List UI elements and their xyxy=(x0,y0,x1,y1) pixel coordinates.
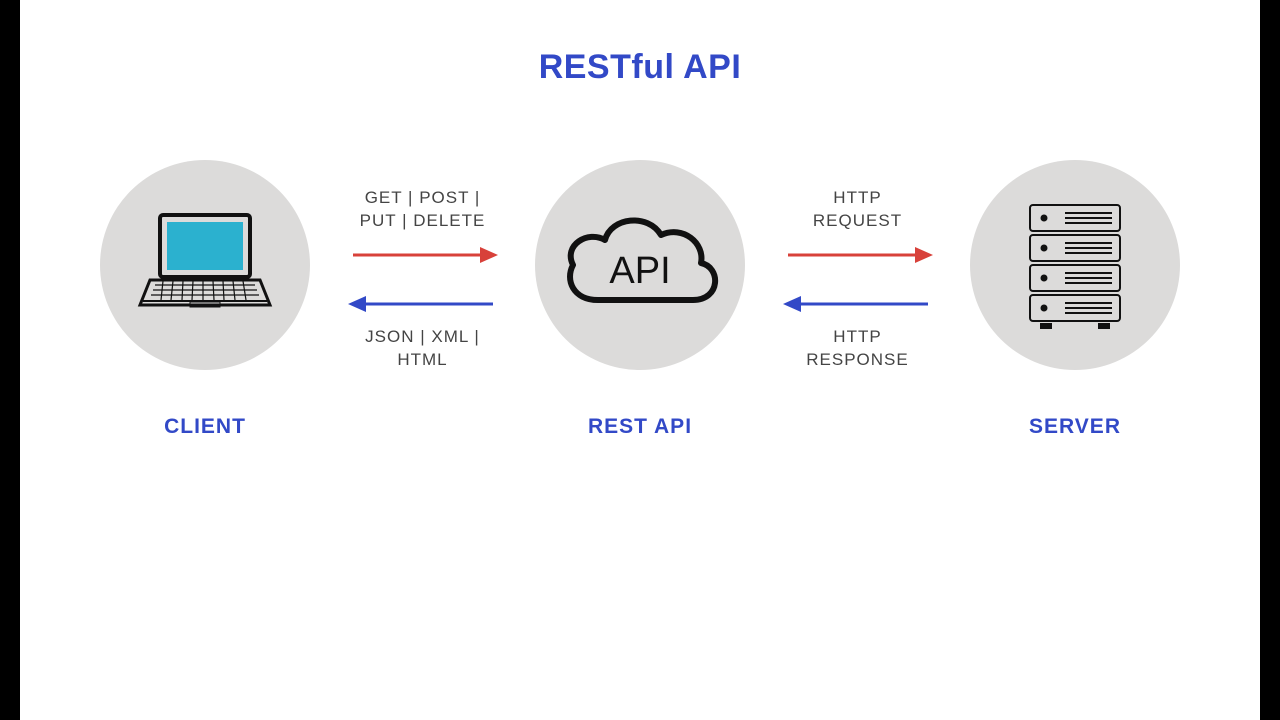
server-icon xyxy=(1020,195,1130,335)
request-arrow-right-icon-2 xyxy=(783,243,933,267)
cloud-api-text: API xyxy=(609,250,670,292)
cloud-api-icon: API xyxy=(553,205,728,325)
api-circle: API xyxy=(535,160,745,370)
server-to-api-label: HTTP RESPONSE xyxy=(806,326,908,372)
client-api-arrows: GET | POST | PUT | DELETE JSON | XML | H… xyxy=(340,187,505,372)
request-arrow-right-icon xyxy=(348,243,498,267)
response-arrow-left-icon-2 xyxy=(783,292,933,316)
diagram-row: CLIENT GET | POST | PUT | DELETE JSON | … xyxy=(20,160,1260,439)
api-to-server-label: HTTP REQUEST xyxy=(813,187,902,233)
left-letterbox-bar xyxy=(0,0,20,720)
api-label: REST API xyxy=(588,415,692,439)
client-circle xyxy=(100,160,310,370)
client-to-api-label-line1: GET | POST | xyxy=(365,188,481,207)
right-letterbox-bar xyxy=(1260,0,1280,720)
server-node: SERVER xyxy=(970,160,1180,439)
server-to-api-label-line1: HTTP xyxy=(833,327,881,346)
client-to-api-label-line2: PUT | DELETE xyxy=(360,211,486,230)
client-label: CLIENT xyxy=(164,415,246,439)
laptop-icon xyxy=(135,205,275,325)
client-node: CLIENT xyxy=(100,160,310,439)
server-label: SERVER xyxy=(1029,415,1121,439)
diagram-container: RESTful API xyxy=(20,0,1260,720)
diagram-title: RESTful API xyxy=(20,48,1260,87)
client-to-api-label: GET | POST | PUT | DELETE xyxy=(360,187,486,233)
server-circle xyxy=(970,160,1180,370)
response-arrow-left-icon xyxy=(348,292,498,316)
api-node: API REST API xyxy=(535,160,745,439)
api-to-client-label-line2: HTML xyxy=(397,350,447,369)
api-to-server-label-line2: REQUEST xyxy=(813,211,902,230)
api-to-server-label-line1: HTTP xyxy=(833,188,881,207)
api-to-client-label-line1: JSON | XML | xyxy=(365,327,480,346)
api-server-arrows: HTTP REQUEST HTTP RESPONSE xyxy=(775,187,940,372)
server-to-api-label-line2: RESPONSE xyxy=(806,350,908,369)
api-to-client-label: JSON | XML | HTML xyxy=(365,326,480,372)
